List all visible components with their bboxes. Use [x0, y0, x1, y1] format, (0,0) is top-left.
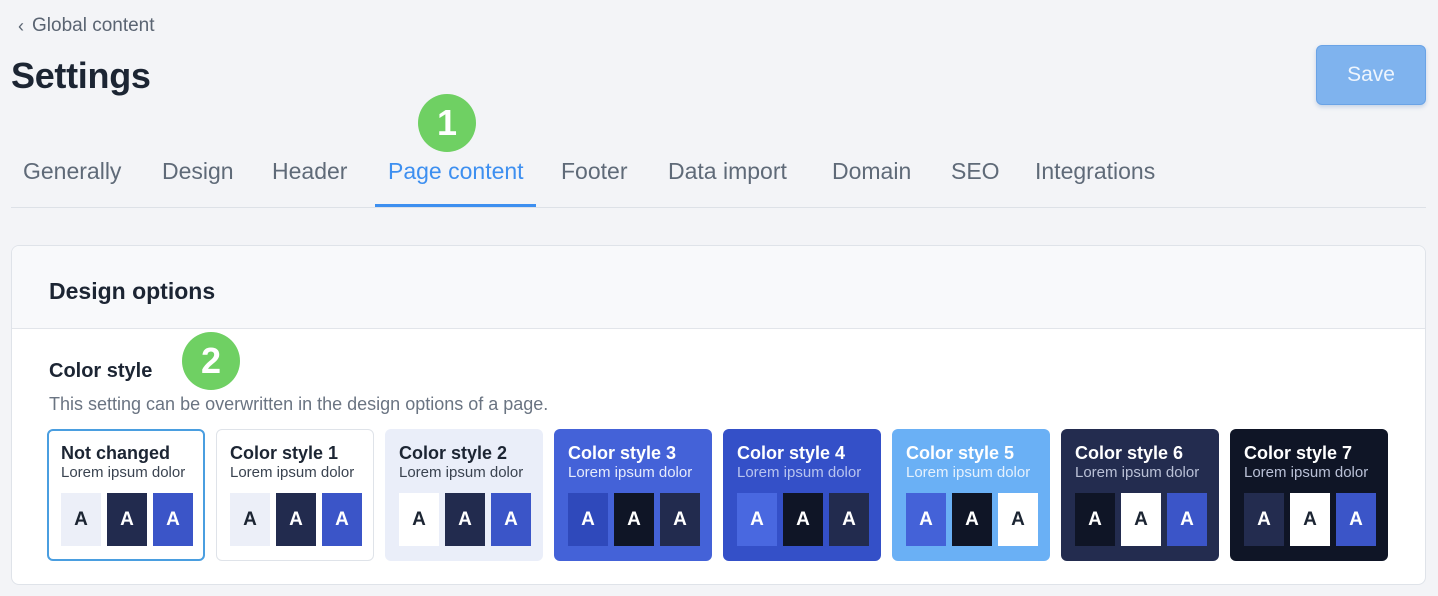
color-swatch: A	[783, 493, 823, 546]
tab-header[interactable]: Header	[272, 158, 347, 208]
card-header: Design options	[12, 246, 1425, 329]
section-title-color-style: Color style	[49, 360, 153, 382]
color-swatches: AAA	[399, 493, 531, 546]
tab-footer[interactable]: Footer	[561, 158, 627, 208]
color-style-subtitle: Lorem ipsum dolor	[1244, 464, 1369, 481]
color-swatch: A	[737, 493, 777, 546]
color-swatches: AAA	[230, 493, 362, 546]
color-swatch: A	[1290, 493, 1330, 546]
color-style-name: Not changed	[61, 443, 171, 463]
color-swatch: A	[445, 493, 485, 546]
color-style-name: Color style 6	[1075, 443, 1184, 463]
color-swatches: AAA	[61, 493, 193, 546]
back-link-global-content[interactable]: ‹ Global content	[18, 15, 155, 37]
color-style-option-6[interactable]: Color style 6 Lorem ipsum dolor A A A	[1061, 429, 1219, 561]
color-swatch: A	[952, 493, 992, 546]
color-swatch: A	[230, 493, 270, 546]
back-link-label: Global content	[32, 15, 155, 36]
color-style-option-5[interactable]: Color style 5 Lorem ipsum dolor A A A	[892, 429, 1050, 561]
active-tab-indicator	[375, 204, 536, 207]
design-options-card: Design options Color style This setting …	[11, 245, 1426, 585]
color-swatch: A	[399, 493, 439, 546]
color-style-name: Color style 7	[1244, 443, 1353, 463]
tab-design[interactable]: Design	[162, 158, 234, 208]
tab-page-content[interactable]: Page content	[388, 158, 524, 208]
color-swatch: A	[829, 493, 869, 546]
color-swatch: A	[276, 493, 316, 546]
section-description: This setting can be overwritten in the d…	[49, 394, 549, 414]
color-style-option-2[interactable]: Color style 2 Lorem ipsum dolor A A A	[385, 429, 543, 561]
color-swatches: AAA	[1075, 493, 1207, 546]
color-swatches: AAA	[737, 493, 869, 546]
color-style-subtitle: Lorem ipsum dolor	[906, 464, 1031, 481]
color-swatch: A	[491, 493, 531, 546]
color-style-options: Not changed Lorem ipsum dolor A A A Color sty…	[47, 429, 1407, 563]
color-swatch: A	[1167, 493, 1207, 546]
color-swatch: A	[614, 493, 654, 546]
color-swatches: AAA	[1244, 493, 1376, 546]
tab-seo[interactable]: SEO	[951, 158, 1000, 208]
color-style-subtitle: Lorem ipsum dolor	[1075, 464, 1200, 481]
chevron-left-icon: ‹	[18, 16, 24, 36]
color-swatch: A	[1121, 493, 1161, 546]
color-swatch: A	[61, 493, 101, 546]
color-swatch: A	[153, 493, 193, 546]
color-swatch: A	[906, 493, 946, 546]
color-swatches: AAA	[906, 493, 1038, 546]
step-badge-2: 2	[182, 332, 240, 390]
settings-tabs: Generally Design Header Page content Foo…	[11, 140, 1426, 208]
card-title: Design options	[49, 278, 216, 304]
color-style-subtitle: Lorem ipsum dolor	[568, 464, 693, 481]
color-swatch: A	[1075, 493, 1115, 546]
color-swatch: A	[1336, 493, 1376, 546]
color-swatch: A	[660, 493, 700, 546]
color-swatch: A	[107, 493, 147, 546]
color-swatches: AAA	[568, 493, 700, 546]
tab-data-import[interactable]: Data import	[668, 158, 787, 208]
color-style-option-7[interactable]: Color style 7 Lorem ipsum dolor A A A	[1230, 429, 1388, 561]
tab-generally[interactable]: Generally	[23, 158, 121, 208]
color-style-name: Color style 5	[906, 443, 1015, 463]
tab-integrations[interactable]: Integrations	[1035, 158, 1155, 208]
save-button[interactable]: Save	[1316, 45, 1426, 105]
page-title: Settings	[11, 55, 151, 96]
color-style-subtitle: Lorem ipsum dolor	[737, 464, 862, 481]
color-swatch: A	[998, 493, 1038, 546]
color-swatch: A	[568, 493, 608, 546]
color-style-name: Color style 3	[568, 443, 677, 463]
color-style-option-1[interactable]: Color style 1 Lorem ipsum dolor A A A	[216, 429, 374, 561]
color-style-subtitle: Lorem ipsum dolor	[230, 464, 355, 481]
color-style-name: Color style 4	[737, 443, 846, 463]
color-style-subtitle: Lorem ipsum dolor	[61, 464, 186, 481]
color-style-name: Color style 1	[230, 443, 339, 463]
color-style-subtitle: Lorem ipsum dolor	[399, 464, 524, 481]
color-style-option-0[interactable]: Not changed Lorem ipsum dolor A A A	[47, 429, 205, 561]
color-style-option-4[interactable]: Color style 4 Lorem ipsum dolor A A A	[723, 429, 881, 561]
color-style-name: Color style 2	[399, 443, 508, 463]
color-swatch: A	[322, 493, 362, 546]
color-style-option-3[interactable]: Color style 3 Lorem ipsum dolor A A A	[554, 429, 712, 561]
color-swatch: A	[1244, 493, 1284, 546]
tab-domain[interactable]: Domain	[832, 158, 911, 208]
